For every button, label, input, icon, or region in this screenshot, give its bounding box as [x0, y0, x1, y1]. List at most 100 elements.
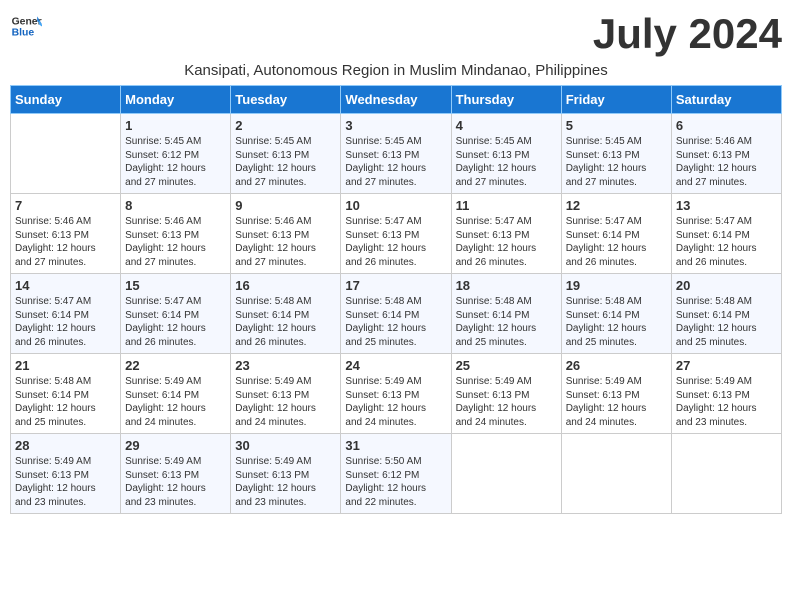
day-header-friday: Friday	[561, 86, 671, 114]
day-number: 3	[345, 118, 446, 133]
calendar-cell: 11 Sunrise: 5:47 AM Sunset: 6:13 PM Dayli…	[451, 194, 561, 274]
calendar-cell: 5Sunrise: 5:45 AM Sunset: 6:13 PM Daylig…	[561, 114, 671, 194]
month-title: July 2024	[593, 10, 782, 58]
day-number: 12	[566, 198, 667, 213]
day-number: 4	[456, 118, 557, 133]
cell-content: Sunrise: 5:49 AM Sunset: 6:13 PM Dayligh…	[676, 375, 777, 429]
cell-content: Sunrise: 5:46 AM Sunset: 6:13 PM Dayligh…	[15, 215, 116, 269]
day-number: 23	[235, 358, 336, 373]
cell-content: Sunrise: 5:47 AM Sunset: 6:13 PM Dayligh…	[456, 215, 557, 269]
calendar-cell	[671, 434, 781, 514]
calendar-cell: 22 Sunrise: 5:49 AM Sunset: 6:14 PM Dayli…	[121, 354, 231, 434]
calendar-cell: 29 Sunrise: 5:49 AM Sunset: 6:13 PM Dayli…	[121, 434, 231, 514]
cell-content: Sunrise: 5:48 AM Sunset: 6:14 PM Dayligh…	[235, 295, 336, 349]
svg-text:Blue: Blue	[12, 28, 35, 39]
cell-content: Sunrise: 5:50 AM Sunset: 6:12 PM Dayligh…	[345, 455, 446, 509]
day-number: 27	[676, 358, 777, 373]
day-number: 1	[125, 118, 226, 133]
cell-content: Sunrise: 5:48 AM Sunset: 6:14 PM Dayligh…	[345, 295, 446, 349]
day-number: 28	[15, 438, 116, 453]
day-number: 29	[125, 438, 226, 453]
cell-content: Sunrise: 5:48 AM Sunset: 6:14 PM Dayligh…	[456, 295, 557, 349]
calendar-cell: 28 Sunrise: 5:49 AM Sunset: 6:13 PM Dayli…	[11, 434, 121, 514]
day-number: 19	[566, 278, 667, 293]
calendar-week-row: 28 Sunrise: 5:49 AM Sunset: 6:13 PM Dayli…	[11, 434, 782, 514]
day-number: 25	[456, 358, 557, 373]
day-number: 2	[235, 118, 336, 133]
calendar-cell: 8 Sunrise: 5:46 AM Sunset: 6:13 PM Daylig…	[121, 194, 231, 274]
day-number: 14	[15, 278, 116, 293]
day-number: 31	[345, 438, 446, 453]
calendar-cell: 19Sunrise: 5:48 AM Sunset: 6:14 PM Dayli…	[561, 274, 671, 354]
subtitle: Kansipati, Autonomous Region in Muslim M…	[10, 62, 782, 79]
calendar-cell: 2Sunrise: 5:45 AM Sunset: 6:13 PM Daylig…	[231, 114, 341, 194]
cell-content: Sunrise: 5:47 AM Sunset: 6:14 PM Dayligh…	[125, 295, 226, 349]
calendar-week-row: 21 Sunrise: 5:48 AM Sunset: 6:14 PM Dayli…	[11, 354, 782, 434]
calendar-cell: 9 Sunrise: 5:46 AM Sunset: 6:13 PM Daylig…	[231, 194, 341, 274]
cell-content: Sunrise: 5:45 AM Sunset: 6:13 PM Dayligh…	[345, 135, 446, 189]
day-header-sunday: Sunday	[11, 86, 121, 114]
calendar-cell: 4 Sunrise: 5:45 AM Sunset: 6:13 PM Daylig…	[451, 114, 561, 194]
calendar-cell	[561, 434, 671, 514]
cell-content: Sunrise: 5:47 AM Sunset: 6:14 PM Dayligh…	[676, 215, 777, 269]
cell-content: Sunrise: 5:47 AM Sunset: 6:14 PM Dayligh…	[15, 295, 116, 349]
cell-content: Sunrise: 5:48 AM Sunset: 6:14 PM Dayligh…	[676, 295, 777, 349]
cell-content: Sunrise: 5:45 AM Sunset: 6:13 PM Dayligh…	[456, 135, 557, 189]
calendar-cell: 16 Sunrise: 5:48 AM Sunset: 6:14 PM Dayli…	[231, 274, 341, 354]
calendar-cell: 26 Sunrise: 5:49 AM Sunset: 6:13 PM Dayli…	[561, 354, 671, 434]
calendar-cell: 27 Sunrise: 5:49 AM Sunset: 6:13 PM Dayli…	[671, 354, 781, 434]
day-number: 8	[125, 198, 226, 213]
day-number: 18	[456, 278, 557, 293]
cell-content: Sunrise: 5:46 AM Sunset: 6:13 PM Dayligh…	[235, 215, 336, 269]
calendar-cell: 6 Sunrise: 5:46 AM Sunset: 6:13 PM Daylig…	[671, 114, 781, 194]
day-header-wednesday: Wednesday	[341, 86, 451, 114]
cell-content: Sunrise: 5:46 AM Sunset: 6:13 PM Dayligh…	[125, 215, 226, 269]
day-number: 6	[676, 118, 777, 133]
day-number: 17	[345, 278, 446, 293]
calendar-cell: 30Sunrise: 5:49 AM Sunset: 6:13 PM Dayli…	[231, 434, 341, 514]
cell-content: Sunrise: 5:46 AM Sunset: 6:13 PM Dayligh…	[676, 135, 777, 189]
cell-content: Sunrise: 5:47 AM Sunset: 6:14 PM Dayligh…	[566, 215, 667, 269]
calendar-cell	[11, 114, 121, 194]
day-number: 20	[676, 278, 777, 293]
day-number: 24	[345, 358, 446, 373]
calendar-header-row: SundayMondayTuesdayWednesdayThursdayFrid…	[11, 86, 782, 114]
day-number: 21	[15, 358, 116, 373]
cell-content: Sunrise: 5:49 AM Sunset: 6:13 PM Dayligh…	[566, 375, 667, 429]
calendar-cell: 15Sunrise: 5:47 AM Sunset: 6:14 PM Dayli…	[121, 274, 231, 354]
calendar-cell: 24 Sunrise: 5:49 AM Sunset: 6:13 PM Dayli…	[341, 354, 451, 434]
day-number: 13	[676, 198, 777, 213]
calendar-cell: 10 Sunrise: 5:47 AM Sunset: 6:13 PM Dayli…	[341, 194, 451, 274]
calendar-cell: 1Sunrise: 5:45 AM Sunset: 6:12 PM Daylig…	[121, 114, 231, 194]
calendar-cell: 18 Sunrise: 5:48 AM Sunset: 6:14 PM Dayli…	[451, 274, 561, 354]
cell-content: Sunrise: 5:49 AM Sunset: 6:13 PM Dayligh…	[125, 455, 226, 509]
calendar-cell: 23Sunrise: 5:49 AM Sunset: 6:13 PM Dayli…	[231, 354, 341, 434]
calendar-cell: 12 Sunrise: 5:47 AM Sunset: 6:14 PM Dayli…	[561, 194, 671, 274]
day-header-monday: Monday	[121, 86, 231, 114]
cell-content: Sunrise: 5:49 AM Sunset: 6:13 PM Dayligh…	[456, 375, 557, 429]
calendar-table: SundayMondayTuesdayWednesdayThursdayFrid…	[10, 85, 782, 514]
cell-content: Sunrise: 5:48 AM Sunset: 6:14 PM Dayligh…	[15, 375, 116, 429]
calendar-cell: 21 Sunrise: 5:48 AM Sunset: 6:14 PM Dayli…	[11, 354, 121, 434]
day-number: 26	[566, 358, 667, 373]
cell-content: Sunrise: 5:47 AM Sunset: 6:13 PM Dayligh…	[345, 215, 446, 269]
calendar-week-row: 1Sunrise: 5:45 AM Sunset: 6:12 PM Daylig…	[11, 114, 782, 194]
day-number: 16	[235, 278, 336, 293]
calendar-cell: 14 Sunrise: 5:47 AM Sunset: 6:14 PM Dayli…	[11, 274, 121, 354]
calendar-cell: 17 Sunrise: 5:48 AM Sunset: 6:14 PM Dayli…	[341, 274, 451, 354]
calendar-cell: 20 Sunrise: 5:48 AM Sunset: 6:14 PM Dayli…	[671, 274, 781, 354]
cell-content: Sunrise: 5:49 AM Sunset: 6:14 PM Dayligh…	[125, 375, 226, 429]
calendar-cell: 25 Sunrise: 5:49 AM Sunset: 6:13 PM Dayli…	[451, 354, 561, 434]
calendar-cell: 7 Sunrise: 5:46 AM Sunset: 6:13 PM Daylig…	[11, 194, 121, 274]
cell-content: Sunrise: 5:49 AM Sunset: 6:13 PM Dayligh…	[15, 455, 116, 509]
day-number: 22	[125, 358, 226, 373]
cell-content: Sunrise: 5:49 AM Sunset: 6:13 PM Dayligh…	[345, 375, 446, 429]
logo-icon: General Blue	[10, 10, 42, 42]
cell-content: Sunrise: 5:49 AM Sunset: 6:13 PM Dayligh…	[235, 455, 336, 509]
day-number: 9	[235, 198, 336, 213]
day-number: 11	[456, 198, 557, 213]
day-number: 5	[566, 118, 667, 133]
calendar-week-row: 14 Sunrise: 5:47 AM Sunset: 6:14 PM Dayli…	[11, 274, 782, 354]
day-number: 7	[15, 198, 116, 213]
day-number: 10	[345, 198, 446, 213]
